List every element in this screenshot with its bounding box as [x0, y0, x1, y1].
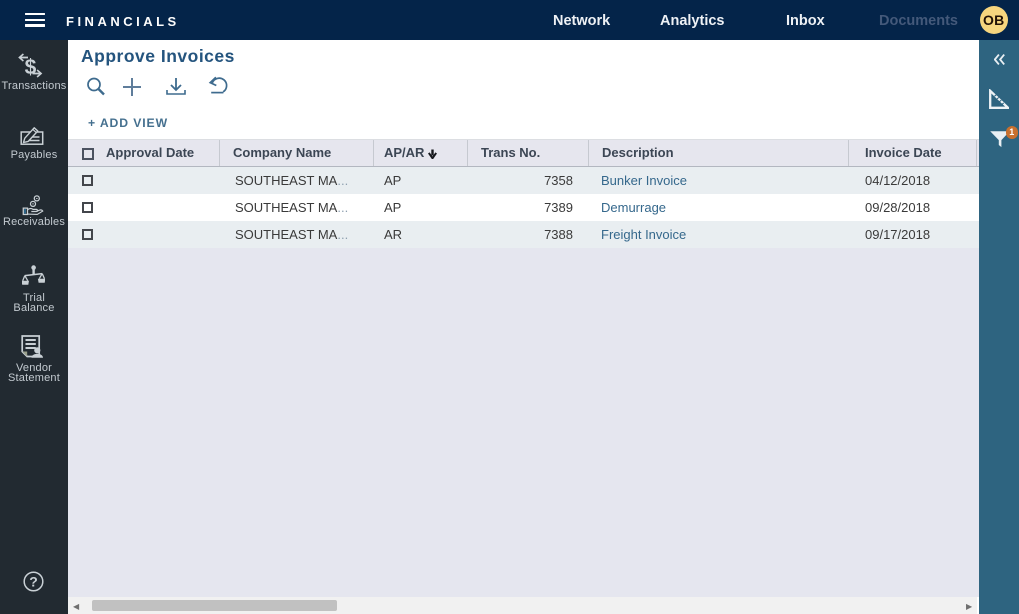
svg-text:?: ? [29, 574, 38, 590]
svg-text:$: $ [24, 56, 36, 78]
